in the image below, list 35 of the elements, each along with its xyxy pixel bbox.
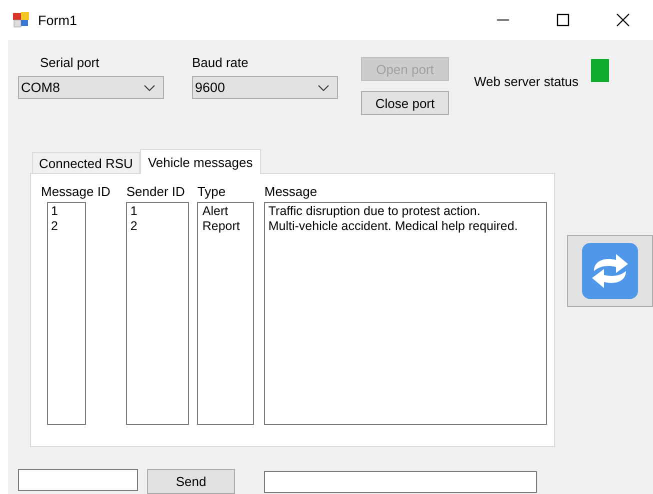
list-item[interactable]: 2 (130, 219, 186, 234)
refresh-icon (582, 243, 638, 299)
close-icon[interactable] (616, 13, 630, 27)
close-port-button[interactable]: Close port (361, 91, 449, 115)
app-icon (13, 12, 29, 28)
baud-rate-dropdown[interactable]: 9600 (192, 76, 338, 99)
input-field[interactable] (18, 469, 138, 491)
web-server-status-label: Web server status (474, 74, 579, 91)
list-item[interactable]: 2 (51, 219, 82, 234)
column-label: Type (197, 184, 227, 199)
list-item[interactable]: 1 (51, 204, 82, 219)
tab[interactable]: Vehicle messages (140, 149, 261, 174)
column-label: Message ID (41, 184, 110, 199)
serial-port-dropdown[interactable]: COM8 (18, 76, 164, 99)
list-item[interactable]: Alert (202, 204, 250, 219)
send-button[interactable]: Send (147, 469, 235, 494)
list-item[interactable]: 1 (130, 204, 186, 219)
list-box[interactable]: Traffic disruption due to protest action. Multi-vehicle accident. Medical help required. (264, 202, 548, 425)
serial-port-label: Serial port (40, 55, 100, 70)
window-title: Form1 (38, 12, 78, 28)
column-label: Message (264, 184, 318, 199)
list-item[interactable]: Traffic disruption due to protest action. (268, 204, 544, 219)
refresh-button[interactable] (567, 235, 653, 307)
maximize-icon[interactable] (556, 13, 570, 27)
column-label: Sender ID (126, 184, 186, 199)
chevron-down-icon (144, 84, 155, 90)
tab[interactable]: Connected RSU (32, 152, 140, 173)
list-item[interactable]: Multi-vehicle accident. Medical help required. (268, 219, 544, 234)
input-field[interactable] (264, 471, 537, 493)
list-item[interactable]: Report (202, 219, 250, 234)
list-box[interactable]: 1 2 (126, 202, 190, 425)
baud-rate-label: Baud rate (192, 55, 250, 70)
list-box[interactable]: Alert Report (197, 202, 254, 425)
chevron-down-icon (318, 84, 329, 90)
list-box[interactable]: 1 2 (47, 202, 86, 425)
